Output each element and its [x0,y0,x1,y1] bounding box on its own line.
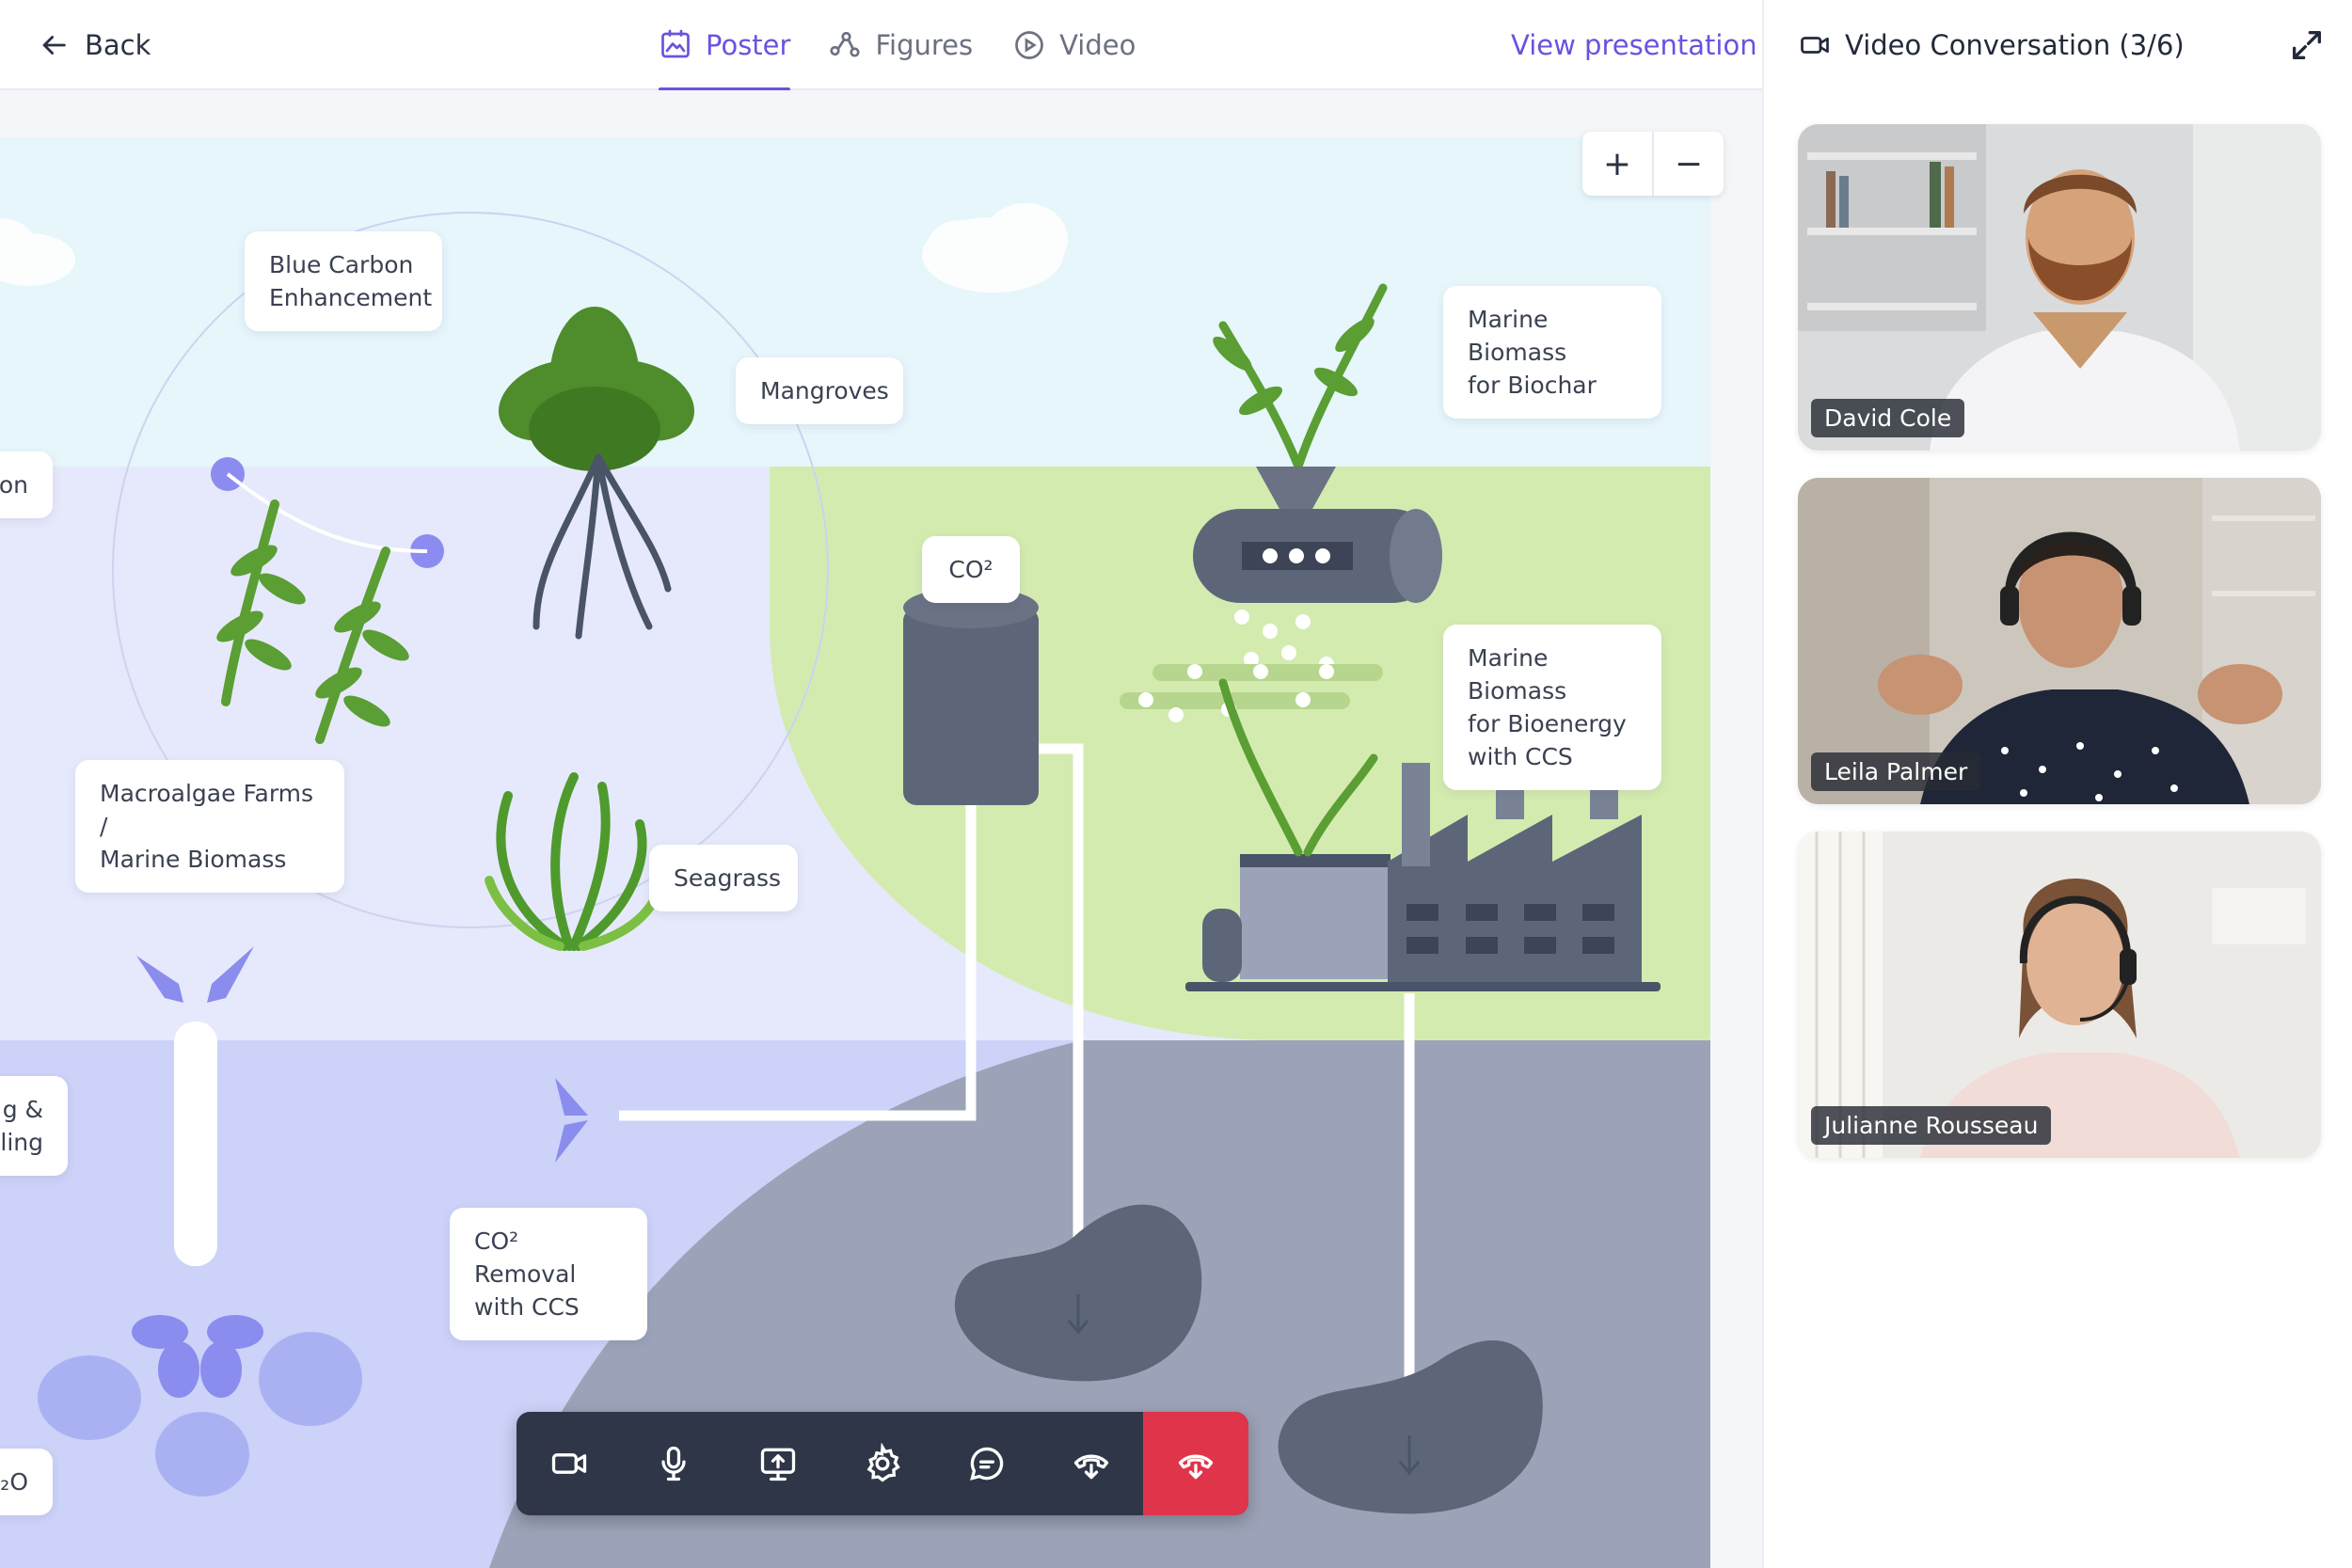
back-button[interactable]: Back [38,24,151,66]
tab-figures-label: Figures [875,29,974,61]
label-seagrass: Seagrass [649,845,798,911]
share-screen-button[interactable] [725,1412,830,1515]
label-macroalgae: Macroalgae Farms / Marine Biomass [75,760,344,893]
top-navigation: Back Poster Figures Video View presentat… [0,0,1762,91]
label-partial-left-2: g & lling [0,1076,68,1176]
gear-icon [866,1443,900,1482]
phone-hangup-icon [1178,1454,1214,1480]
camera-button[interactable] [516,1412,621,1515]
participant-name: Leila Palmer [1811,752,1981,791]
label-blue-carbon: Blue Carbon Enhancement [245,231,442,331]
participant-name: David Cole [1811,399,1965,437]
label-marine-bioenergy: Marine Biomass for Bioenergy with CCS [1443,625,1661,790]
tab-poster[interactable]: Poster [659,0,791,91]
video-camera-icon [1801,37,1829,54]
microphone-icon [660,1446,686,1481]
participant-tile[interactable]: Julianne Rousseau [1798,832,2321,1158]
participant-tile[interactable]: David Cole [1798,124,2321,451]
participant-name: Julianne Rousseau [1811,1106,2052,1145]
video-camera-icon [551,1453,586,1474]
video-conversation-panel: Video Conversation (3/6) David Cole Leil… [1762,0,2352,1568]
tab-figures[interactable]: Figures [828,0,973,90]
zoom-in-button[interactable]: + [1582,132,1654,196]
play-circle-icon [1015,31,1043,59]
leave-call-button[interactable] [1039,1412,1143,1515]
tab-video-label: Video [1059,29,1136,61]
view-tabs: Poster Figures Video [659,0,1136,91]
expand-icon[interactable] [2288,26,2326,64]
settings-button[interactable] [830,1412,934,1515]
call-controls [516,1412,1248,1515]
video-panel-title: Video Conversation (3/6) [1845,29,2185,61]
view-presentation-link[interactable]: View presentation [1511,24,1757,66]
label-marine-biochar: Marine Biomass for Biochar [1443,286,1661,419]
microphone-button[interactable] [621,1412,725,1515]
label-partial-left-3: ₂O [0,1449,53,1515]
label-co2-removal: CO² Removal with CCS [450,1208,647,1340]
phone-down-arrow-icon [1073,1454,1108,1480]
label-co2: CO² [922,536,1020,603]
poster-icon [661,29,690,58]
chat-bubble-icon [969,1447,1003,1481]
back-label: Back [85,29,151,61]
participant-tile[interactable]: Leila Palmer [1798,478,2321,804]
zoom-controls: + − [1582,132,1724,196]
chat-button[interactable] [934,1412,1039,1515]
poster: Blue Carbon Enhancement Mangroves Marine… [0,137,1710,1568]
end-call-button[interactable] [1143,1412,1248,1515]
label-partial-left-1: on [0,451,53,518]
tab-video[interactable]: Video [1012,0,1136,90]
arrow-left-icon [42,36,66,55]
video-panel-header: Video Conversation (3/6) [1798,24,2185,66]
screen-share-icon [760,1448,795,1481]
label-mangroves: Mangroves [736,357,903,424]
poster-canvas[interactable]: Blue Carbon Enhancement Mangroves Marine… [0,90,1762,1568]
zoom-out-button[interactable]: − [1654,132,1724,196]
tab-poster-label: Poster [706,29,791,61]
figures-icon [830,31,861,57]
